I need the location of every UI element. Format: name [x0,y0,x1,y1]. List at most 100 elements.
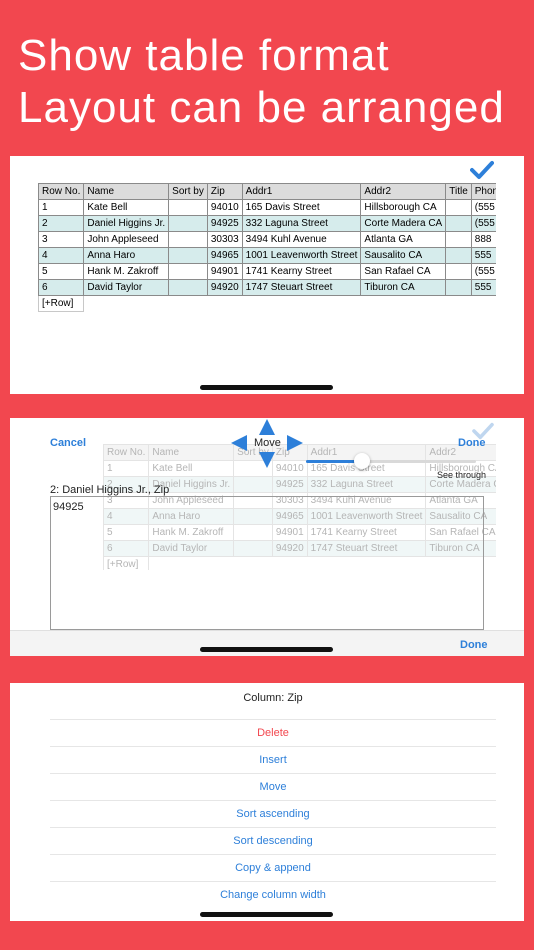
data-table: Row No. Name Sort by Zip Addr1 Addr2 Tit… [38,183,496,312]
menu-item-sort-ascending[interactable]: Sort ascending [50,800,496,828]
editor-toolbar: Done [10,630,524,656]
table-panel: Row No. Name Sort by Zip Addr1 Addr2 Tit… [10,156,524,394]
see-through-slider[interactable] [306,453,476,469]
table-cell[interactable]: 94010 [206,199,243,216]
table-cell[interactable]: 332 Laguna Street [241,215,362,232]
arrow-up-icon[interactable] [259,419,275,435]
cell-label: 2: Daniel Higgins Jr., Zip [50,484,170,496]
arrow-left-icon[interactable] [231,435,247,451]
menu-item-change-column-width[interactable]: Change column width [50,881,496,909]
column-header: Row No. [103,444,150,461]
table-cell[interactable]: Tiburon CA [360,279,447,296]
table-cell[interactable] [445,247,472,264]
column-header[interactable]: Row No. [38,183,85,200]
table-row: 2 Daniel Higgins Jr. 94925 332 Laguna Stree… [38,215,496,232]
home-indicator [200,912,333,917]
see-through-label: See through [437,470,487,480]
table-cell[interactable] [445,215,472,232]
table-cell[interactable]: 5 [38,263,85,280]
table-cell[interactable]: Anna Haro [83,247,170,264]
home-indicator [200,385,333,390]
table-row: 1 Kate Bell 94010 165 Davis Street Hillsboro… [38,199,496,216]
table-cell[interactable] [168,231,208,248]
table-row: 6 David Taylor 94920 1747 Steuart Street Tib… [38,279,496,296]
table-cell[interactable]: 94901 [206,263,243,280]
table-viewport[interactable]: Row No. Name Sort by Zip Addr1 Addr2 Tit… [38,183,496,333]
table-cell[interactable]: 888 [470,231,496,248]
menu-item-sort-descending[interactable]: Sort descending [50,827,496,855]
table-cell[interactable]: 165 Davis Street [241,199,362,216]
column-header[interactable]: Title [445,183,472,200]
table-cell[interactable] [445,231,472,248]
menu-title: Column: Zip [243,692,303,704]
menu-item-insert[interactable]: Insert [50,746,496,774]
cell-edit-field[interactable]: 94925 [50,496,484,630]
table-cell: 332 Laguna Street [306,476,427,493]
table-cell: Kate Bell [148,460,235,477]
table-cell[interactable]: Kate Bell [83,199,170,216]
arrow-down-icon[interactable] [259,452,275,468]
table-cell[interactable]: 30303 [206,231,243,248]
table-cell[interactable]: 555 [470,247,496,264]
table-cell[interactable]: 3 [38,231,85,248]
table-cell[interactable] [445,199,472,216]
headline-line-1: Show table format [18,31,390,80]
column-header[interactable]: Name [83,183,170,200]
add-row-button[interactable]: [+Row] [38,295,85,312]
table-cell[interactable]: 1001 Leavenworth Street [241,247,362,264]
table-cell[interactable]: 94920 [206,279,243,296]
table-cell[interactable]: John Appleseed [83,231,170,248]
cancel-button[interactable]: Cancel [50,437,86,449]
table-cell[interactable]: Corte Madera CA [360,215,447,232]
table-cell[interactable]: 6 [38,279,85,296]
menu-item-copy-append[interactable]: Copy & append [50,854,496,882]
menu-item-delete[interactable]: Delete [50,719,496,747]
editor-panel: Row No. Name Sort by Zip Addr1 Addr2 1 Ka… [10,418,524,656]
table-cell[interactable] [168,199,208,216]
table-cell[interactable]: 2 [38,215,85,232]
slider-thumb[interactable] [354,453,370,469]
table-cell[interactable]: 1741 Kearny Street [241,263,362,280]
checkmark-icon[interactable] [470,160,494,180]
table-cell[interactable]: Daniel Higgins Jr. [83,215,170,232]
table-cell[interactable] [445,263,472,280]
table-cell[interactable]: San Rafael CA [360,263,447,280]
column-header[interactable]: Zip [206,183,243,200]
table-cell: 1 [103,460,150,477]
table-cell[interactable]: Hillsborough CA [360,199,447,216]
table-cell[interactable]: 1747 Steuart Street [241,279,362,296]
table-cell[interactable]: 4 [38,247,85,264]
column-header[interactable]: Addr2 [360,183,447,200]
table-cell[interactable]: 1 [38,199,85,216]
table-cell[interactable]: (555 [470,215,496,232]
table-cell[interactable]: 94965 [206,247,243,264]
table-cell[interactable] [445,279,472,296]
table-row: 5 Hank M. Zakroff 94901 1741 Kearny Street S… [38,263,496,280]
headline-line-2: Layout can be arranged [18,83,505,132]
table-cell[interactable]: (555 [470,263,496,280]
column-header[interactable]: Sort by [168,183,208,200]
table-cell: 94925 [271,476,308,493]
column-header[interactable]: Phone [470,183,496,200]
table-cell[interactable]: 3494 Kuhl Avenue [241,231,362,248]
column-menu-panel: Column: Zip Delete Insert Move Sort asce… [10,683,524,921]
table-cell[interactable]: (555 [470,199,496,216]
arrow-right-icon[interactable] [287,435,303,451]
menu-item-move[interactable]: Move [50,773,496,801]
table-cell[interactable] [168,263,208,280]
table-cell[interactable] [168,279,208,296]
table-cell[interactable]: Hank M. Zakroff [83,263,170,280]
table-cell[interactable]: David Taylor [83,279,170,296]
table-row: 4 Anna Haro 94965 1001 Leavenworth Street Sa… [38,247,496,264]
table-cell[interactable]: Sausalito CA [360,247,447,264]
table-cell[interactable] [168,247,208,264]
table-cell[interactable]: 555 [470,279,496,296]
done-bottom-button[interactable]: Done [460,639,488,651]
column-header: Name [148,444,235,461]
table-cell[interactable] [168,215,208,232]
column-header[interactable]: Addr1 [241,183,362,200]
table-cell[interactable]: 94925 [206,215,243,232]
move-label: Move [254,437,281,449]
table-cell[interactable]: Atlanta GA [360,231,447,248]
checkmark-icon[interactable] [472,422,494,440]
